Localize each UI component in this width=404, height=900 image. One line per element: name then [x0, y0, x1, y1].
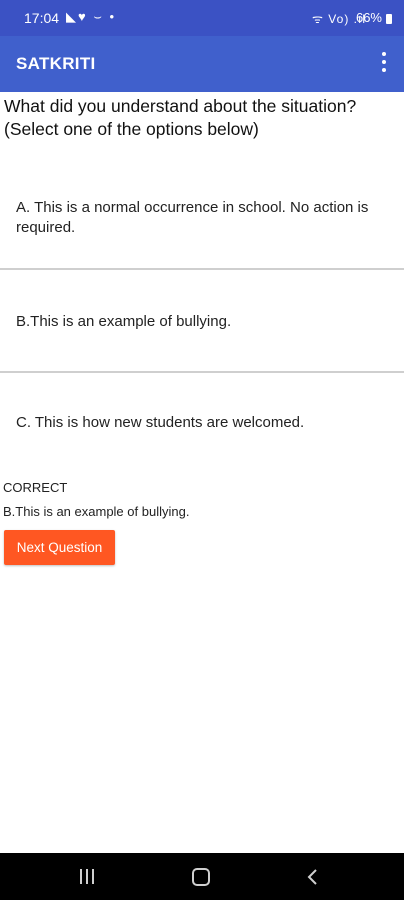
option-b-label: B.This is an example of bullying. [16, 313, 232, 330]
home-icon[interactable] [192, 868, 210, 886]
recents-icon[interactable] [78, 869, 98, 885]
result-answer: B.This is an example of bullying. [3, 504, 190, 519]
battery-icon [386, 14, 392, 24]
status-bar: 17:04 ◣♥ ⌣ • ᯤ Vo) .ıl 66% [0, 0, 404, 36]
option-a-label: A. This is a normal occurrence in school… [16, 199, 369, 236]
question-text: What did you understand about the situat… [4, 96, 357, 139]
result-status: CORRECT [3, 480, 68, 495]
option-c-label: C. This is how new students are welcomed… [16, 414, 305, 431]
option-a[interactable]: A. This is a normal occurrence in school… [0, 180, 404, 268]
next-question-button[interactable]: Next Question [4, 530, 115, 565]
battery-level: 66% [355, 10, 382, 25]
navigation-bar [0, 853, 404, 900]
app-title: SATKRITI [16, 54, 96, 73]
option-c[interactable]: C. This is how new students are welcomed… [0, 373, 404, 468]
more-vert-icon[interactable] [372, 50, 396, 78]
back-icon[interactable] [306, 867, 320, 887]
option-b[interactable]: B.This is an example of bullying. [0, 270, 404, 371]
notification-icons: ◣♥ ⌣ • [66, 9, 117, 24]
app-bar: SATKRITI [0, 36, 404, 92]
status-time: 17:04 [24, 10, 60, 26]
